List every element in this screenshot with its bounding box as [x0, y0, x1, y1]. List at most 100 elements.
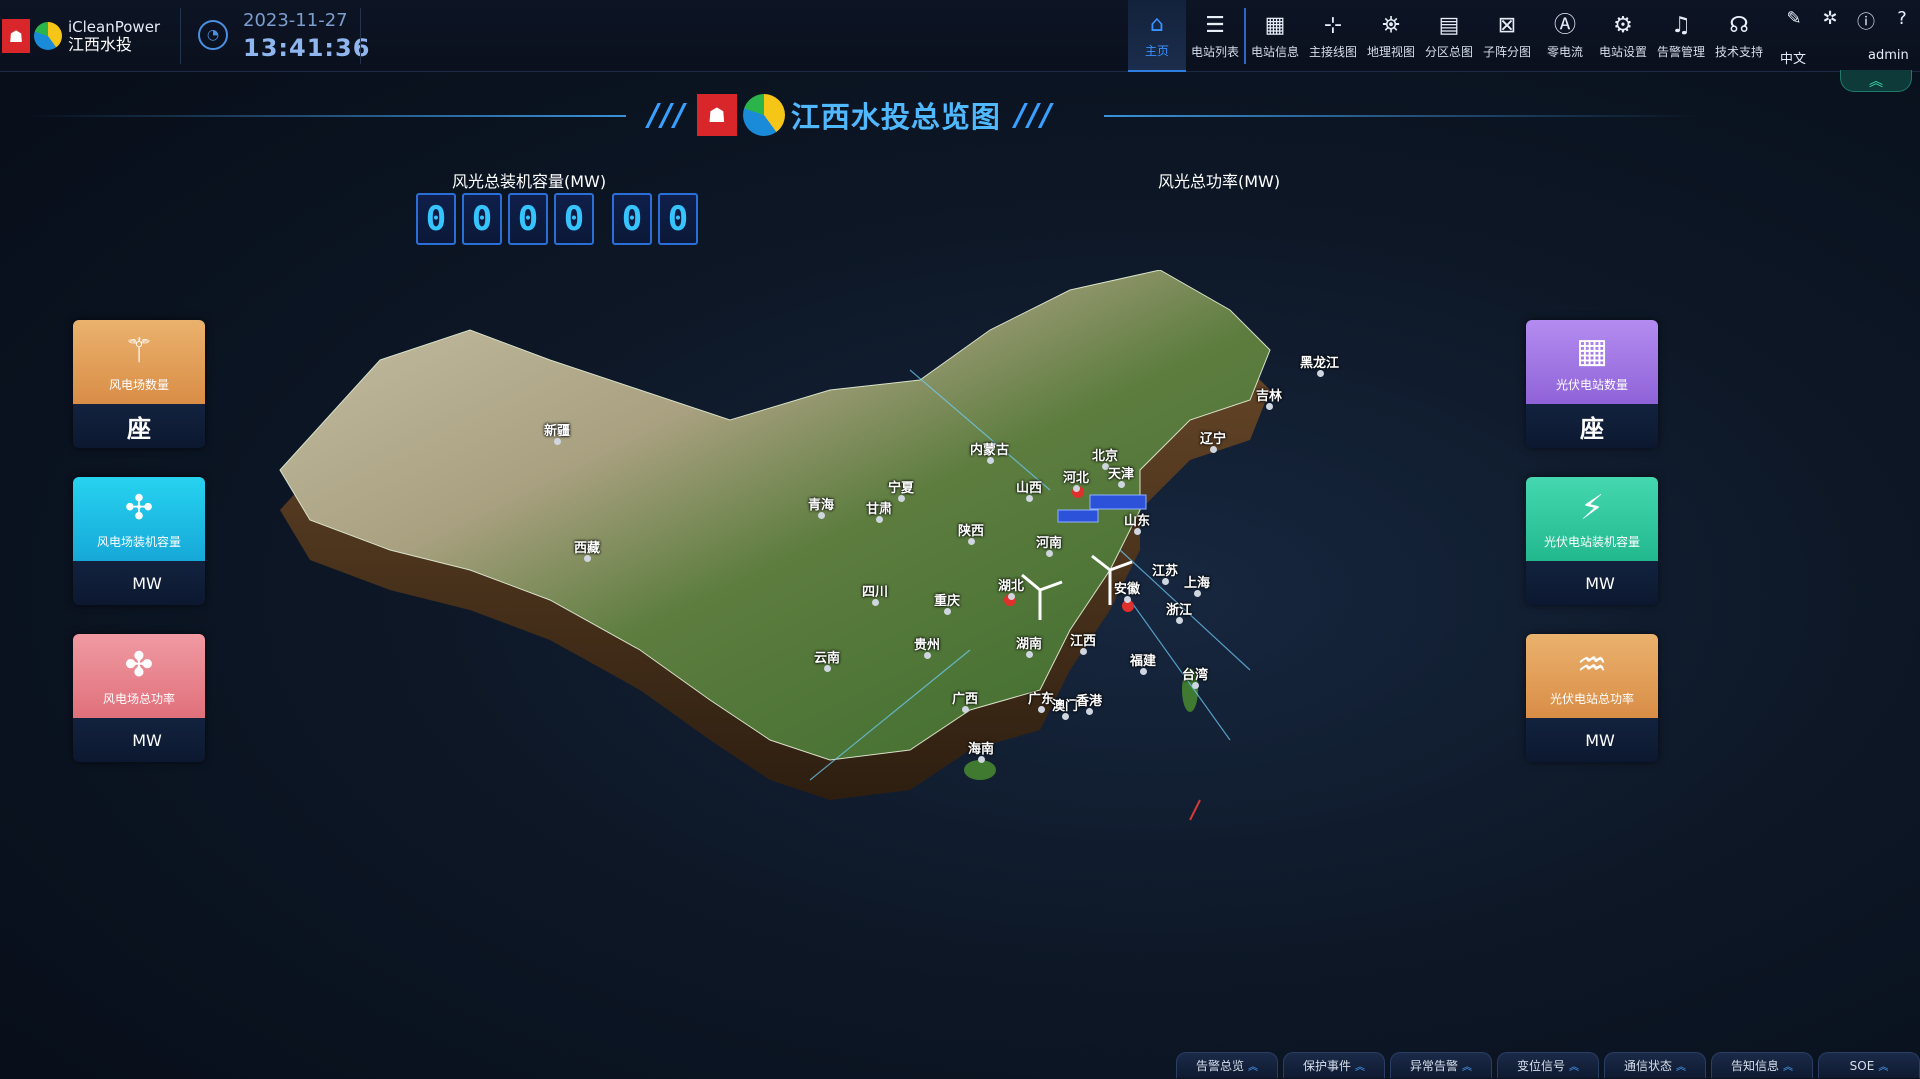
nav-zone-overview[interactable]: ▤ 分区总图: [1420, 0, 1478, 72]
province-label[interactable]: 广西: [952, 688, 978, 713]
card-wind-farm-count[interactable]: ⚚ 风电场数量 座: [73, 320, 205, 448]
nav-alarm-management[interactable]: ♫ 告警管理: [1652, 0, 1710, 72]
nav-home[interactable]: ⌂ 主页: [1128, 0, 1186, 72]
chevron-up-icon: ︽: [1248, 1062, 1258, 1073]
collapse-header-button[interactable]: ︽: [1840, 70, 1912, 92]
province-label[interactable]: 香港: [1076, 690, 1102, 715]
card-wind-farm-capacity[interactable]: ✣ 风电场装机容量 MW: [73, 477, 205, 605]
settings-icon[interactable]: ✲: [1812, 8, 1848, 34]
info-icon[interactable]: ⓘ: [1848, 8, 1884, 34]
province-label[interactable]: 四川: [862, 581, 888, 606]
user-name[interactable]: admin: [1868, 48, 1909, 63]
china-map[interactable]: [270, 270, 1470, 830]
province-label[interactable]: 辽宁: [1200, 428, 1226, 453]
province-label[interactable]: 吉林: [1256, 385, 1282, 410]
province-label[interactable]: 重庆: [934, 590, 960, 615]
grid-icon: ▦: [1264, 12, 1286, 38]
tab-abnormal-alarms[interactable]: 异常告警 ︽: [1390, 1052, 1492, 1078]
province-label[interactable]: 江苏: [1152, 560, 1178, 585]
province-label[interactable]: 陕西: [958, 520, 984, 545]
wind-turbine-icon: ⚚: [123, 330, 155, 371]
province-label[interactable]: 山东: [1124, 510, 1150, 535]
nav-geo-view[interactable]: ⛯ 地理视图: [1362, 0, 1420, 72]
province-label[interactable]: 湖北: [998, 575, 1024, 600]
province-label[interactable]: 云南: [814, 647, 840, 672]
nav-wiring-diagram[interactable]: ⊹ 主接线图: [1304, 0, 1362, 72]
province-label[interactable]: 海南: [968, 738, 994, 763]
solar-panel-icon: ▦: [1575, 330, 1609, 371]
wind-farm-count-value: 座: [73, 404, 205, 448]
province-label[interactable]: 黑龙江: [1300, 352, 1339, 377]
card-wind-farm-power[interactable]: ✤ 风电场总功率 MW: [73, 634, 205, 762]
card-pv-station-count[interactable]: ▦ 光伏电站数量 座: [1526, 320, 1658, 448]
card-pv-station-capacity[interactable]: ⚡ 光伏电站装机容量 MW: [1526, 477, 1658, 605]
province-label[interactable]: 北京: [1092, 445, 1118, 470]
zone-grid-icon: ▤: [1438, 12, 1460, 38]
province-label[interactable]: 安徽: [1114, 578, 1140, 603]
language-switch[interactable]: 中文: [1780, 48, 1806, 67]
province-label[interactable]: 天津: [1108, 463, 1134, 488]
total-capacity-counter: 0 0 0 0 0 0: [416, 193, 704, 245]
tab-protection-events[interactable]: 保护事件 ︽: [1283, 1052, 1385, 1078]
tab-comm-status[interactable]: 通信状态 ︽: [1604, 1052, 1706, 1078]
province-label[interactable]: 山西: [1016, 477, 1042, 502]
province-label[interactable]: 新疆: [544, 420, 570, 445]
province-label[interactable]: 澳门: [1052, 695, 1078, 720]
province-label[interactable]: 贵州: [914, 634, 940, 659]
brand: ☗ iCleanPower 江西水投: [0, 8, 160, 64]
province-label[interactable]: 宁夏: [888, 477, 914, 502]
tab-alarm-overview[interactable]: 告警总览 ︽: [1176, 1052, 1278, 1078]
nav-station-list[interactable]: ☰ 电站列表: [1186, 0, 1244, 72]
total-capacity-label: 风光总装机容量(MW): [452, 172, 607, 191]
nav-station-settings[interactable]: ⚙ 电站设置: [1594, 0, 1652, 72]
capacity-digit: 0: [462, 193, 502, 245]
nav-station-info[interactable]: ▦ 电站信息: [1246, 0, 1304, 72]
province-label[interactable]: 内蒙古: [970, 439, 1009, 464]
pv-station-capacity-value: MW: [1526, 561, 1658, 605]
nav-subarray[interactable]: ⊠ 子阵分图: [1478, 0, 1536, 72]
pv-station-count-value: 座: [1526, 404, 1658, 448]
main-nav: ⌂ 主页 ☰ 电站列表 ▦ 电站信息 ⊹ 主接线图 ⛯ 地理视图 ▤ 分区总图 …: [1128, 0, 1768, 72]
tab-position-signals[interactable]: 变位信号 ︽: [1497, 1052, 1599, 1078]
topology-icon: ⊹: [1323, 12, 1343, 38]
page-title: /// ☗ 江西水投总览图 ///: [648, 92, 1054, 138]
title-rule-left: [28, 115, 626, 117]
help-icon[interactable]: ?: [1884, 8, 1920, 34]
ammeter-icon: Ⓐ: [1553, 12, 1576, 38]
tab-soe[interactable]: SOE ︽: [1818, 1052, 1920, 1078]
province-label[interactable]: 青海: [808, 494, 834, 519]
map-hainan: [964, 760, 996, 780]
pv-station-power-value: MW: [1526, 718, 1658, 762]
propeller-icon: ✤: [124, 644, 154, 685]
province-label[interactable]: 福建: [1130, 650, 1156, 675]
bell-icon: ♫: [1671, 12, 1691, 38]
headset-icon: ☊: [1729, 12, 1749, 38]
province-label[interactable]: 甘肃: [866, 498, 892, 523]
province-label[interactable]: 河北: [1063, 467, 1089, 492]
chevron-up-icon: ︽: [1462, 1062, 1472, 1073]
province-label[interactable]: 上海: [1184, 572, 1210, 597]
battery-bolt-icon: ⚡: [1580, 487, 1604, 528]
edit-icon[interactable]: ✎: [1776, 8, 1812, 34]
province-label[interactable]: 台湾: [1182, 664, 1208, 689]
house-gear-icon: ⚙: [1613, 12, 1633, 38]
province-label[interactable]: 河南: [1036, 532, 1062, 557]
wind-farm-capacity-value: MW: [73, 561, 205, 605]
province-label[interactable]: 浙江: [1166, 599, 1192, 624]
province-label[interactable]: 湖南: [1016, 633, 1042, 658]
nav-zero-current[interactable]: Ⓐ 零电流: [1536, 0, 1594, 72]
bottom-tabs: 告警总览 ︽ 保护事件 ︽ 异常告警 ︽ 变位信号 ︽ 通信状态 ︽ 告知信息 ︽ SOE ︽: [1176, 1052, 1920, 1078]
tab-notifications[interactable]: 告知信息 ︽: [1711, 1052, 1813, 1078]
card-pv-station-power[interactable]: ♒ 光伏电站总功率 MW: [1526, 634, 1658, 762]
province-label[interactable]: 广东: [1028, 688, 1054, 713]
chevron-up-icon: ︽: [1569, 1062, 1579, 1073]
chevron-up-icon: ︽: [1878, 1062, 1889, 1073]
nav-tech-support[interactable]: ☊ 技术支持: [1710, 0, 1768, 72]
pulse-icon: ♒: [1576, 644, 1608, 685]
header-divider: [360, 8, 361, 64]
capacity-digit: 0: [554, 193, 594, 245]
sea-route-line: [1189, 799, 1201, 821]
province-label[interactable]: 江西: [1070, 630, 1096, 655]
province-label[interactable]: 西藏: [574, 537, 600, 562]
list-icon: ☰: [1205, 12, 1225, 38]
